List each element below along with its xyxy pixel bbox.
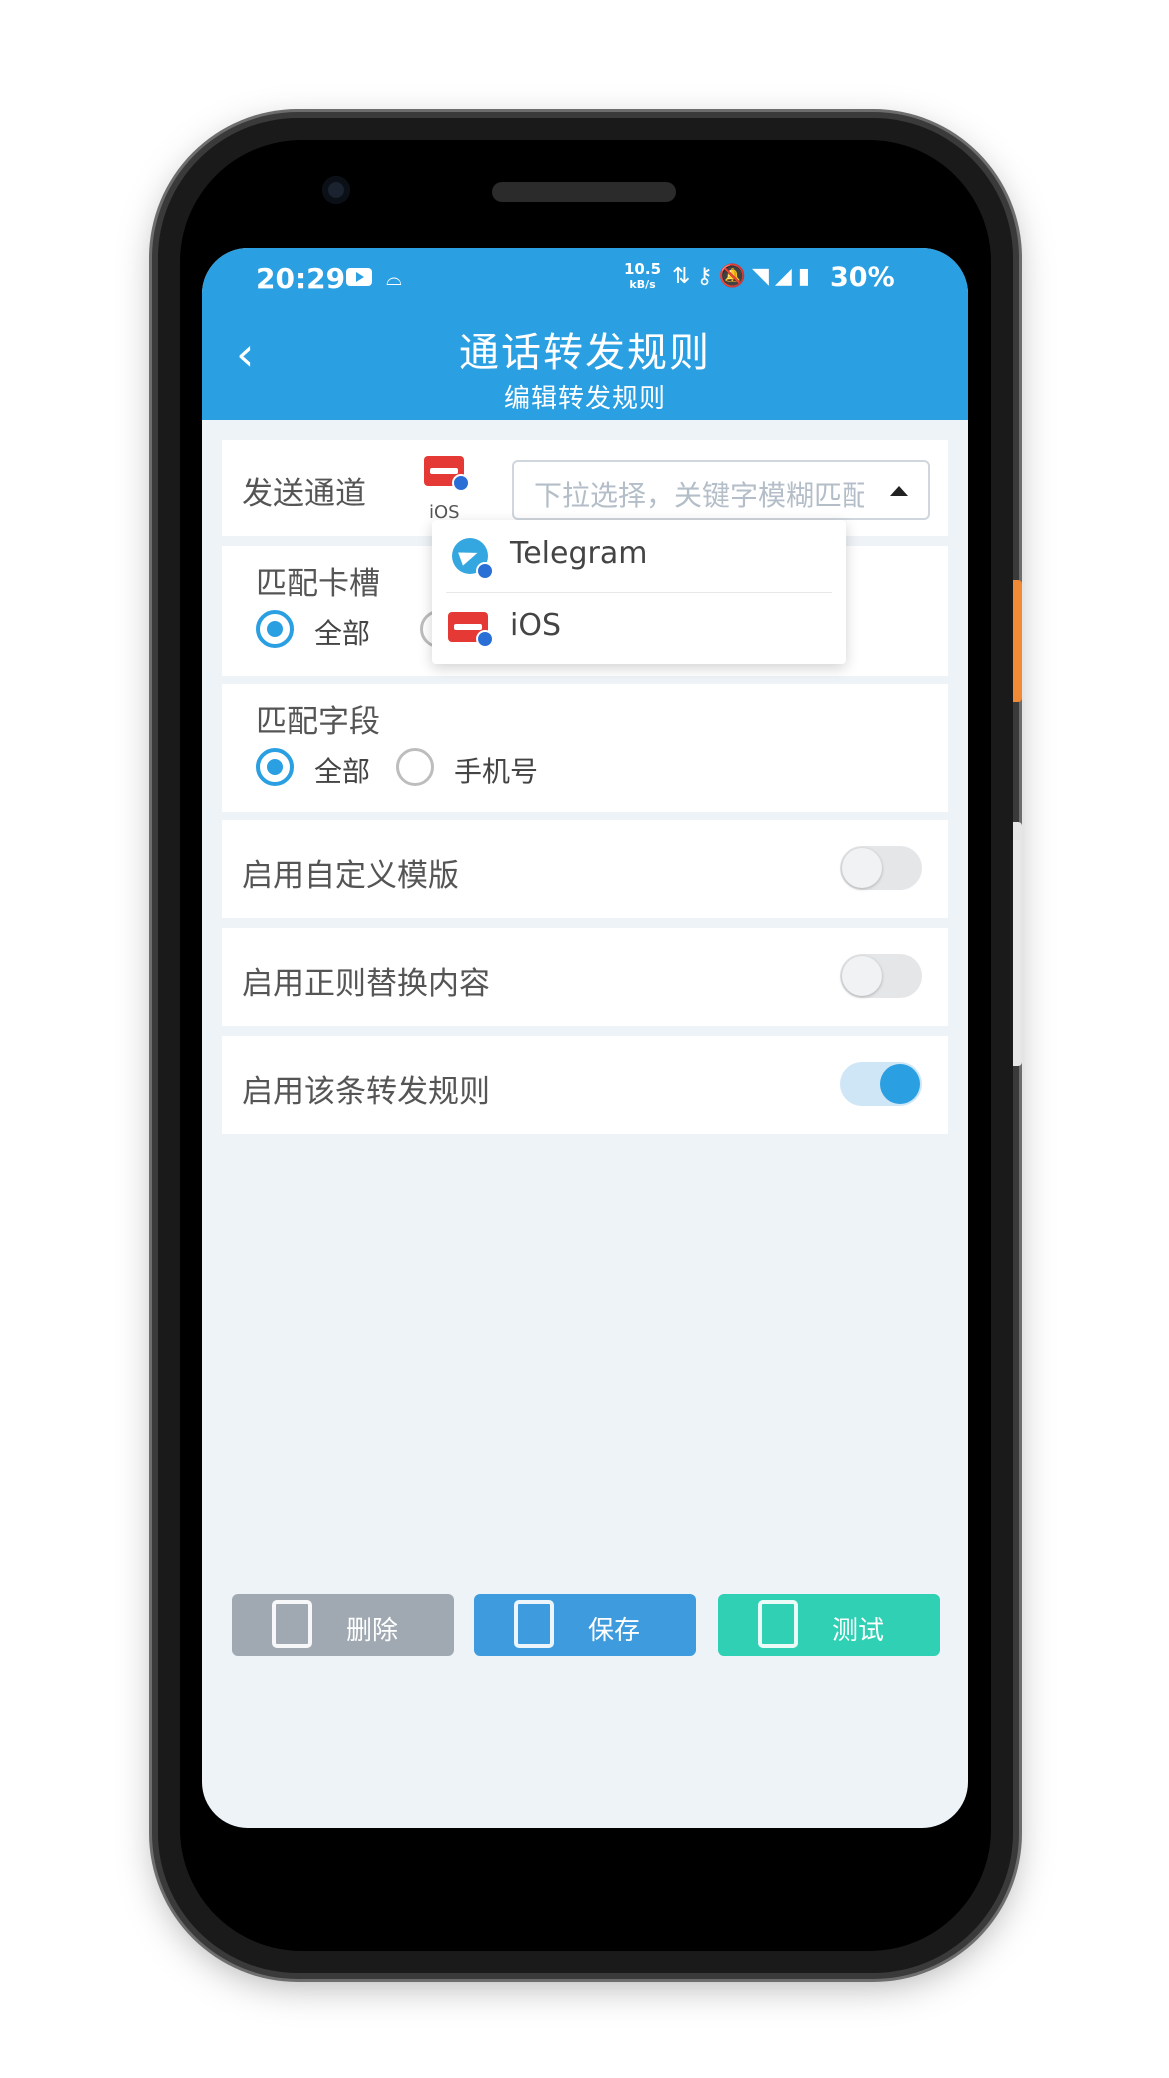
save-button-label: 保存 <box>588 1616 641 1646</box>
toggle-row-custom-template: 启用自定义模版 <box>222 820 948 918</box>
match-field-card: 匹配字段 全部 手机号 <box>222 684 948 812</box>
page-subtitle: 编辑转发规则 <box>503 384 666 414</box>
toggle-label-custom-template: 启用自定义模版 <box>242 858 459 894</box>
regex-replace-switch[interactable] <box>840 954 922 998</box>
clipboard-check-icon <box>758 1600 798 1648</box>
ios-icon <box>448 612 494 648</box>
delete-button[interactable]: 删除 <box>232 1594 454 1656</box>
channel-dropdown: Telegram iOS <box>432 520 846 664</box>
save-icon <box>514 1600 554 1648</box>
test-button-label: 测试 <box>832 1616 885 1646</box>
signal-icon: ◢ <box>774 264 798 289</box>
status-bar: 20:29 ⌓ 10.5 kB/s ⇅⚷🔕◥◢▮ 30% <box>202 262 968 296</box>
data-transfer-icon: ⇅ <box>672 264 697 289</box>
page-title: 通话转发规则 <box>459 330 711 376</box>
status-time: 20:29 <box>256 262 346 295</box>
toggle-row-enable-rule: 启用该条转发规则 <box>222 1036 948 1134</box>
channel-select-placeholder: 下拉选择，关键字模糊匹配 <box>534 479 864 512</box>
volume-button <box>1013 822 1022 1066</box>
power-button <box>1013 580 1022 702</box>
app-header: 20:29 ⌓ 10.5 kB/s ⇅⚷🔕◥◢▮ 30% ‹ 通话转发规则 编辑… <box>202 248 968 420</box>
hotspot-icon: ⌓ <box>386 266 402 290</box>
delete-button-label: 删除 <box>346 1616 399 1646</box>
battery-icon: ▮ <box>797 264 816 289</box>
toggle-label-regex-replace: 启用正则替换内容 <box>242 966 490 1002</box>
earpiece-speaker <box>492 182 676 202</box>
sim-slot-label: 匹配卡槽 <box>256 566 380 602</box>
sim-slot-option-all: 全部 <box>314 617 371 650</box>
dropdown-option-ios[interactable]: iOS <box>432 592 846 664</box>
match-field-option-phone: 手机号 <box>454 755 539 788</box>
vpn-key-icon: ⚷ <box>696 264 719 289</box>
match-field-radio-phone[interactable] <box>396 748 434 786</box>
network-speed-unit: kB/s <box>629 278 656 291</box>
toggle-label-enable-rule: 启用该条转发规则 <box>242 1074 490 1110</box>
telegram-icon <box>452 538 494 580</box>
match-field-label: 匹配字段 <box>256 704 380 740</box>
send-channel-label: 发送通道 <box>242 476 366 512</box>
save-button[interactable]: 保存 <box>474 1594 696 1656</box>
network-speed-value: 10.5 <box>624 260 662 278</box>
dropdown-option-telegram[interactable]: Telegram <box>432 520 846 592</box>
custom-template-switch[interactable] <box>840 846 922 890</box>
front-camera <box>322 176 350 204</box>
wifi-icon: ◥ <box>751 264 775 289</box>
ios-channel-icon <box>424 456 470 492</box>
channel-select[interactable]: 下拉选择，关键字模糊匹配 <box>512 460 930 520</box>
toggle-row-regex-replace: 启用正则替换内容 <box>222 928 948 1026</box>
test-button[interactable]: 测试 <box>718 1594 940 1656</box>
match-field-radio-all[interactable] <box>256 748 294 786</box>
mute-icon: 🔕 <box>718 264 752 289</box>
match-field-option-all: 全部 <box>314 755 371 788</box>
caret-up-icon <box>890 486 908 496</box>
battery-percent: 30% <box>830 262 895 293</box>
sim-slot-radio-all[interactable] <box>256 610 294 648</box>
status-icons: ⇅⚷🔕◥◢▮ <box>672 264 816 289</box>
dropdown-option-ios-label: iOS <box>510 608 561 643</box>
app-screen: 20:29 ⌓ 10.5 kB/s ⇅⚷🔕◥◢▮ 30% ‹ 通话转发规则 编辑… <box>202 248 968 1828</box>
enable-rule-switch[interactable] <box>840 1062 922 1106</box>
network-speed: 10.5 kB/s <box>624 262 661 292</box>
youtube-icon <box>346 268 372 286</box>
dropdown-option-telegram-label: Telegram <box>510 536 648 571</box>
trash-icon <box>272 1600 312 1648</box>
